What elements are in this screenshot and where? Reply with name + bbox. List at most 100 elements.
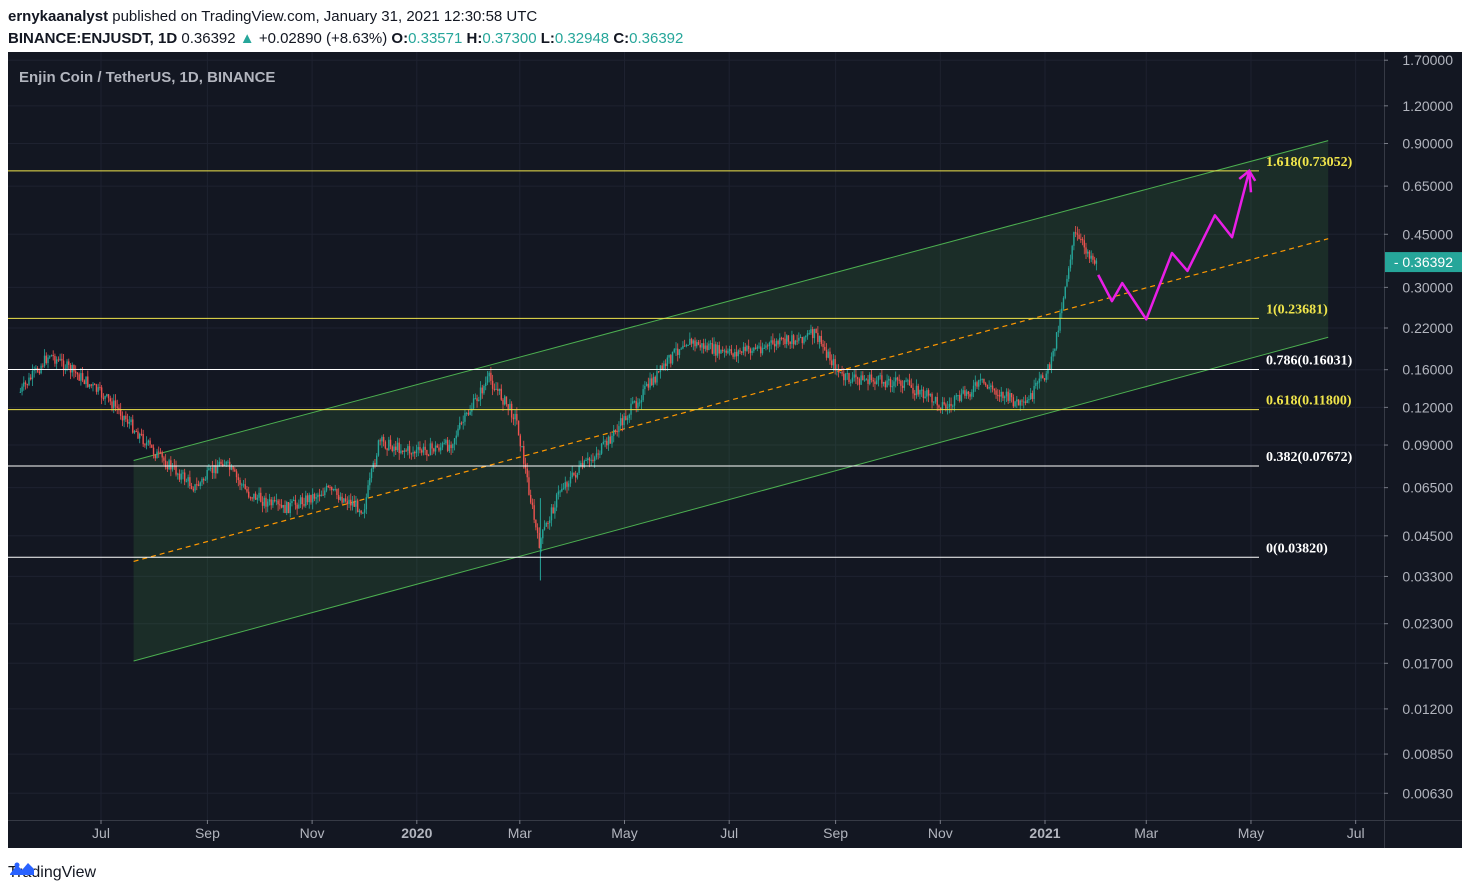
candle-body xyxy=(429,443,432,456)
author-name[interactable]: ernykaanalyst xyxy=(8,8,108,25)
candle-body xyxy=(303,504,305,506)
candle-body xyxy=(415,449,418,454)
candle-body xyxy=(723,350,726,352)
candle-body xyxy=(995,390,997,395)
time-tick-label: Jul xyxy=(1347,825,1365,841)
candle-body xyxy=(538,532,541,549)
candle-body xyxy=(912,387,914,394)
candle-body xyxy=(642,389,644,401)
candle-body xyxy=(965,391,968,396)
candle-body xyxy=(1016,399,1018,402)
candle-body xyxy=(476,398,478,402)
candle-body xyxy=(862,375,864,381)
candle-body xyxy=(983,378,985,384)
candle-body xyxy=(585,460,587,462)
candle-body xyxy=(182,472,184,474)
last-price: 0.36392 xyxy=(181,30,236,47)
candle-body xyxy=(135,431,137,433)
candle-body xyxy=(557,491,560,495)
candle-body xyxy=(363,509,366,513)
candle-body xyxy=(593,457,596,462)
candle-body xyxy=(459,422,461,429)
candle-body xyxy=(284,504,286,514)
price-axis: 1.70000 1.20000 0.90000 0.65000 0.45000 0.300… xyxy=(1384,52,1453,801)
candle-body xyxy=(128,422,131,424)
candle-body xyxy=(962,390,964,394)
candle-body xyxy=(59,358,61,361)
candle-body xyxy=(851,377,854,382)
candle-body xyxy=(936,397,938,406)
candle-body xyxy=(94,384,96,386)
candle-body xyxy=(948,403,951,408)
candle-body xyxy=(521,446,523,448)
candle-body xyxy=(166,466,169,470)
candle-body xyxy=(910,385,912,388)
candle-body xyxy=(125,415,127,420)
candle-body xyxy=(516,413,518,421)
candle-body xyxy=(806,333,809,337)
candle-body xyxy=(656,371,658,383)
time-tick-label: Jul xyxy=(720,825,738,841)
candle-body xyxy=(133,431,136,433)
candle-body xyxy=(24,382,27,385)
candle-body xyxy=(813,328,816,339)
candle-body xyxy=(95,384,98,392)
candle-body xyxy=(870,374,873,381)
candle-body xyxy=(104,396,106,399)
candle-body xyxy=(865,379,868,381)
candle-body xyxy=(730,349,733,354)
chart-area[interactable]: 1.618(0.73052) 1(0.23681) 0.786(0.16031) 0.… xyxy=(8,52,1462,848)
candle-body xyxy=(801,337,803,344)
candle-body xyxy=(344,498,347,502)
candle-body xyxy=(922,389,925,399)
candle-body xyxy=(216,466,219,474)
candle-body xyxy=(844,374,847,381)
candle-body xyxy=(92,384,94,386)
candle-body xyxy=(587,458,589,461)
candle-body xyxy=(810,329,812,334)
candle-body xyxy=(237,477,240,481)
candle-body xyxy=(211,467,214,473)
candle-body xyxy=(377,440,380,456)
candle-body xyxy=(623,416,625,426)
candle-body xyxy=(841,371,843,374)
candle-body xyxy=(1071,245,1073,260)
candle-body xyxy=(898,379,900,381)
candle-body xyxy=(533,505,535,520)
candle-body xyxy=(711,343,714,354)
candle-body xyxy=(1074,232,1077,234)
candle-body xyxy=(1026,400,1028,404)
candle-body xyxy=(919,390,921,395)
candle-body xyxy=(760,346,762,354)
candle-body xyxy=(984,383,987,385)
candle-body xyxy=(1054,348,1056,352)
candle-body xyxy=(607,436,610,446)
chart-svg[interactable]: 1.618(0.73052) 1(0.23681) 0.786(0.16031) 0.… xyxy=(8,52,1462,848)
candle-body xyxy=(1088,251,1091,259)
candle-body xyxy=(907,380,909,382)
candle-body xyxy=(725,350,727,353)
candle-body xyxy=(154,454,156,459)
candle-body xyxy=(460,422,463,424)
candle-body xyxy=(856,377,859,380)
candle-body xyxy=(412,451,414,454)
candle-body xyxy=(472,398,475,409)
time-tick-label: Sep xyxy=(823,825,848,841)
candle-body xyxy=(611,435,613,444)
candle-body xyxy=(562,488,565,490)
channel-fill xyxy=(133,140,1329,661)
candle-body xyxy=(306,495,309,503)
candle-body xyxy=(1095,260,1098,264)
candle-body xyxy=(1031,393,1034,400)
candle-body xyxy=(1043,378,1046,380)
candle-body xyxy=(52,355,54,357)
candle-body xyxy=(1090,255,1092,259)
candle-body xyxy=(753,347,755,351)
candle-body xyxy=(952,405,954,407)
candle-body xyxy=(227,461,229,463)
candle-body xyxy=(747,345,750,349)
low-value: 0.32948 xyxy=(554,30,610,47)
candle-body xyxy=(886,380,888,388)
candle-body xyxy=(571,472,573,477)
candle-body xyxy=(652,376,655,386)
